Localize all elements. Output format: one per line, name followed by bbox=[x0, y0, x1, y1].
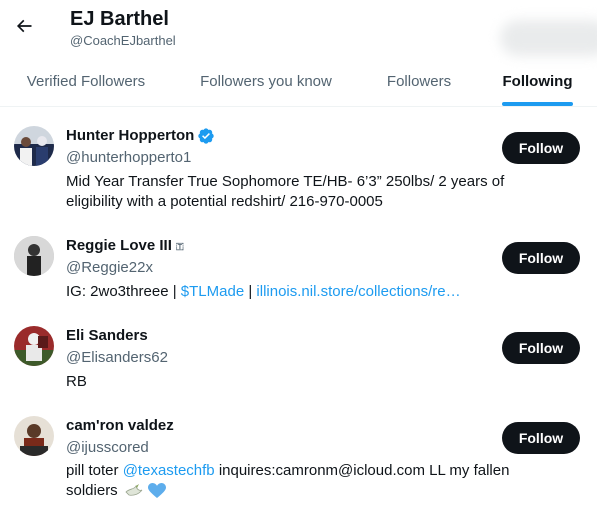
user-bio: RB bbox=[66, 373, 87, 390]
arrow-left-icon bbox=[16, 19, 32, 33]
user-handle[interactable]: @ijusscored bbox=[66, 438, 149, 458]
tab-following[interactable]: Following bbox=[478, 56, 597, 106]
user-bio: Mid Year Transfer True Sophomore TE/HB- … bbox=[66, 172, 546, 212]
cashtag-link[interactable]: $TLMade bbox=[181, 283, 244, 300]
follow-button[interactable]: Follow bbox=[502, 242, 580, 274]
blue-heart-icon bbox=[147, 483, 166, 498]
user-name-text: cam'ron valdez bbox=[66, 417, 174, 434]
user-name[interactable]: Eli Sanders bbox=[66, 326, 148, 346]
tab-followers-you-know[interactable]: Followers you know bbox=[172, 56, 360, 106]
user-handle[interactable]: @Elisanders62 bbox=[66, 348, 168, 368]
user-name[interactable]: Reggie Love III 🇹 bbox=[66, 236, 184, 256]
blurred-button[interactable] bbox=[500, 20, 597, 56]
tab-verified-followers[interactable]: Verified Followers bbox=[0, 56, 172, 106]
user-bio: IG: 2wo3threee | $TLMade | illinois.nil.… bbox=[66, 282, 546, 302]
flag-icon: 🇹 bbox=[175, 241, 184, 251]
bio-text: inquires:camronm@icloud.com LL my fallen bbox=[214, 462, 510, 479]
bio-line: pill toter @texastechfb inquires:camronm… bbox=[66, 461, 546, 481]
user-cell[interactable]: Eli Sanders @Elisanders62 RB Follow bbox=[0, 312, 597, 402]
avatar[interactable] bbox=[14, 326, 54, 366]
tab-label: Followers bbox=[386, 72, 452, 90]
tab-label: Verified Followers bbox=[26, 72, 146, 90]
user-name[interactable]: cam'ron valdez bbox=[66, 416, 174, 436]
mention-link[interactable]: @texastechfb bbox=[123, 462, 215, 479]
bio-separator: | bbox=[244, 283, 257, 300]
user-cell[interactable]: Hunter Hopperton @hunterhopperto1 Mid Ye… bbox=[0, 112, 597, 222]
bio-url-link[interactable]: illinois.nil.store/collections/re… bbox=[256, 283, 460, 300]
follow-button[interactable]: Follow bbox=[502, 422, 580, 454]
user-cell[interactable]: Reggie Love III 🇹 @Reggie22x IG: 2wo3thr… bbox=[0, 222, 597, 312]
tab-label: Following bbox=[502, 72, 573, 90]
active-tab-indicator bbox=[502, 102, 573, 106]
tab-bar: Verified Followers Followers you know Fo… bbox=[0, 56, 597, 107]
avatar[interactable] bbox=[14, 126, 54, 166]
user-bio: pill toter @texastechfb inquires:camronm… bbox=[66, 461, 546, 501]
tab-label: Followers you know bbox=[200, 72, 332, 90]
bio-text: soldiers bbox=[66, 482, 118, 499]
bio-line: Mid Year Transfer True Sophomore TE/HB- … bbox=[66, 173, 505, 190]
verified-badge-icon bbox=[198, 128, 215, 144]
tab-followers[interactable]: Followers bbox=[360, 56, 478, 106]
bio-line: eligibility with a potential redshirt/ 2… bbox=[66, 193, 383, 210]
avatar[interactable] bbox=[14, 416, 54, 456]
bio-text: IG: 2wo3threee | bbox=[66, 283, 181, 300]
bio-line: soldiers bbox=[66, 481, 546, 501]
profile-header: EJ Barthel @CoachEJbarthel bbox=[0, 0, 597, 56]
avatar[interactable] bbox=[14, 236, 54, 276]
user-name-text: Reggie Love III bbox=[66, 237, 172, 254]
follow-button[interactable]: Follow bbox=[502, 332, 580, 364]
user-name[interactable]: Hunter Hopperton bbox=[66, 126, 215, 146]
user-name-text: Hunter Hopperton bbox=[66, 127, 195, 144]
user-cell[interactable]: cam'ron valdez @ijusscored pill toter @t… bbox=[0, 402, 597, 510]
page-subtitle: @CoachEJbarthel bbox=[70, 33, 176, 48]
user-name-text: Eli Sanders bbox=[66, 327, 148, 344]
user-handle[interactable]: @Reggie22x bbox=[66, 258, 153, 278]
user-handle[interactable]: @hunterhopperto1 bbox=[66, 148, 191, 168]
bio-text: pill toter bbox=[66, 462, 123, 479]
follow-button[interactable]: Follow bbox=[502, 132, 580, 164]
back-button[interactable] bbox=[6, 8, 42, 44]
page-title: EJ Barthel bbox=[70, 8, 169, 30]
dove-emoji-icon bbox=[125, 484, 143, 496]
